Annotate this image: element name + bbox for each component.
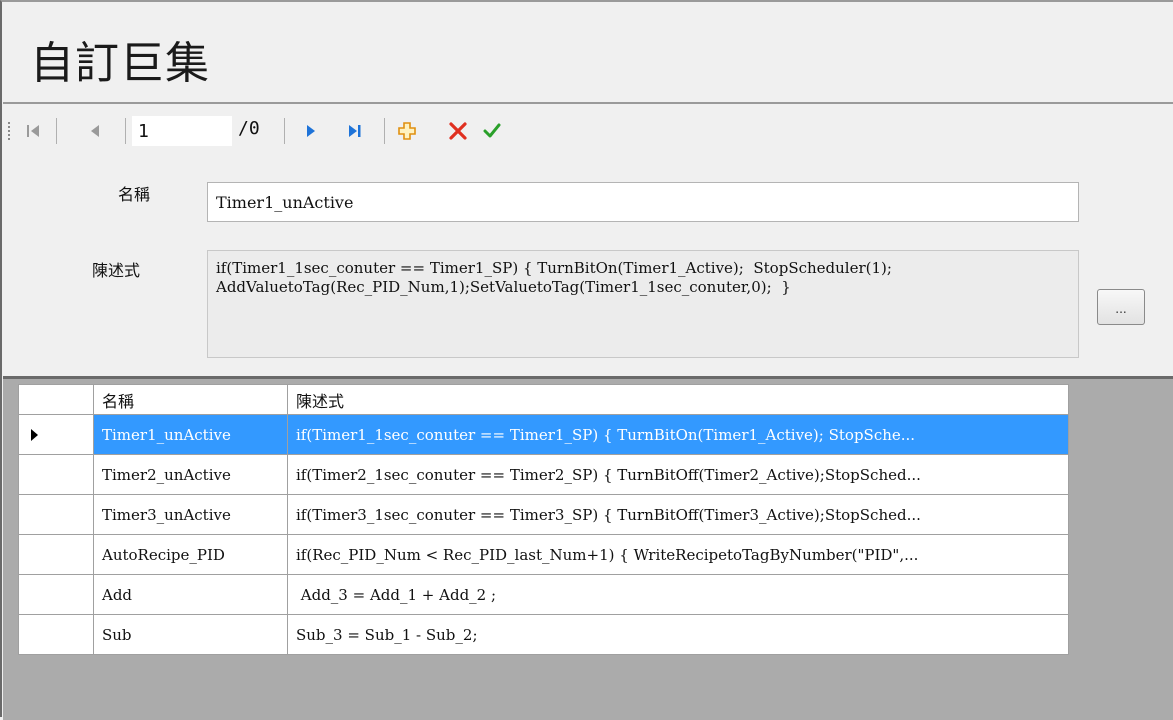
- statement-label: 陳述式: [92, 261, 141, 280]
- name-label: 名稱: [118, 185, 151, 204]
- toolbar-separator: [384, 118, 385, 144]
- record-count-label: /0: [238, 118, 260, 139]
- cell-statement[interactable]: if(Timer1_1sec_conuter == Timer1_SP) { T…: [287, 414, 1069, 455]
- cell-statement[interactable]: if(Timer2_1sec_conuter == Timer2_SP) { T…: [287, 454, 1069, 495]
- row-header-corner[interactable]: [18, 384, 94, 415]
- table-row[interactable]: Sub Sub_3 = Sub_1 - Sub_2;: [18, 614, 1069, 655]
- row-header[interactable]: [18, 534, 94, 575]
- table-row[interactable]: AutoRecipe_PID if(Rec_PID_Num < Rec_PID_…: [18, 534, 1069, 575]
- move-previous-icon[interactable]: [84, 117, 106, 145]
- delete-icon[interactable]: [445, 117, 471, 145]
- statement-field[interactable]: if(Timer1_1sec_conuter == Timer1_SP) { T…: [207, 250, 1079, 358]
- move-last-icon[interactable]: [343, 117, 367, 145]
- cell-name[interactable]: Timer2_unActive: [93, 454, 288, 495]
- cell-name[interactable]: Sub: [93, 614, 288, 655]
- cell-statement[interactable]: if(Rec_PID_Num < Rec_PID_last_Num+1) { W…: [287, 534, 1069, 575]
- page-title: 自訂巨集: [30, 38, 210, 89]
- position-input[interactable]: [132, 116, 232, 146]
- cell-statement[interactable]: Sub_3 = Sub_1 - Sub_2;: [287, 614, 1069, 655]
- title-divider: [3, 102, 1173, 104]
- toolbar-separator: [284, 118, 285, 144]
- cell-name[interactable]: Timer1_unActive: [93, 414, 288, 455]
- cell-name[interactable]: Timer3_unActive: [93, 494, 288, 535]
- row-header[interactable]: [18, 614, 94, 655]
- edit-statement-button[interactable]: ...: [1097, 289, 1145, 325]
- toolbar-separator: [125, 118, 126, 144]
- grid-header-row: 名稱 陳述式: [18, 384, 1069, 415]
- toolbar-grip-handle[interactable]: [8, 122, 10, 142]
- current-row-arrow-icon: [31, 428, 38, 441]
- move-next-icon[interactable]: [300, 117, 322, 145]
- cell-statement[interactable]: Add_3 = Add_1 + Add_2 ;: [287, 574, 1069, 615]
- table-row[interactable]: Timer3_unActive if(Timer3_1sec_conuter =…: [18, 494, 1069, 535]
- row-header[interactable]: [18, 414, 94, 455]
- column-header-statement[interactable]: 陳述式: [287, 384, 1069, 415]
- table-row[interactable]: Add Add_3 = Add_1 + Add_2 ;: [18, 574, 1069, 615]
- column-header-name[interactable]: 名稱: [93, 384, 288, 415]
- row-header[interactable]: [18, 494, 94, 535]
- move-first-icon[interactable]: [22, 117, 44, 145]
- add-new-icon[interactable]: [394, 117, 420, 145]
- name-field[interactable]: [207, 182, 1079, 222]
- cell-name[interactable]: AutoRecipe_PID: [93, 534, 288, 575]
- table-row[interactable]: Timer1_unActive if(Timer1_1sec_conuter =…: [18, 414, 1069, 455]
- save-checkmark-icon[interactable]: [479, 117, 505, 145]
- row-header[interactable]: [18, 574, 94, 615]
- cell-statement[interactable]: if(Timer3_1sec_conuter == Timer3_SP) { T…: [287, 494, 1069, 535]
- cell-name[interactable]: Add: [93, 574, 288, 615]
- row-header[interactable]: [18, 454, 94, 495]
- macro-grid: 名稱 陳述式 Timer1_unActive if(Timer1_1sec_co…: [18, 384, 1069, 655]
- toolbar-separator: [56, 118, 57, 144]
- table-row[interactable]: Timer2_unActive if(Timer2_1sec_conuter =…: [18, 454, 1069, 495]
